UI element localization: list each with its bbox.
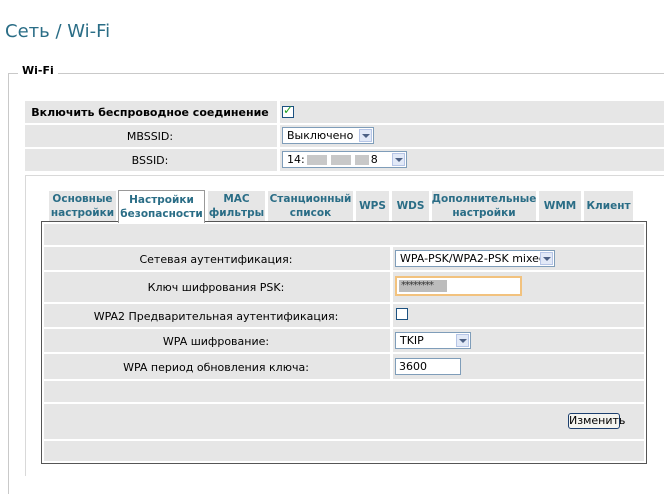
button-row: Изменить [44, 404, 644, 439]
auth-value: WPA-PSK/WPA2-PSK mixed [400, 252, 546, 265]
tab-client[interactable]: Клиент [584, 191, 633, 221]
psk-row: Ключ шифрования PSK: ******** [44, 272, 644, 302]
cipher-row: WPA шифрование: TKIP [44, 329, 644, 352]
auth-select[interactable]: WPA-PSK/WPA2-PSK mixed [395, 250, 555, 267]
mbssid-label: MBSSID: [126, 130, 174, 143]
tab-advanced[interactable]: Дополнительные настройки [432, 191, 536, 221]
redacted-block [306, 155, 327, 165]
spacer-row [44, 441, 644, 461]
mbssid-select[interactable]: Выключено [282, 127, 374, 144]
tab-mac-filter[interactable]: MAC фильтры [208, 191, 265, 221]
redacted-block [330, 155, 351, 165]
cipher-select[interactable]: TKIP [395, 332, 471, 349]
enable-wireless-row: Включить беспроводное соединение [25, 101, 664, 123]
chevron-down-icon [540, 252, 553, 265]
enable-wireless-label: Включить беспроводное соединение [31, 106, 269, 119]
mbssid-value: Выключено [287, 129, 354, 142]
enable-wireless-checkbox[interactable] [282, 103, 294, 118]
security-content: Сетевая аутентификация: WPA-PSK/WPA2-PSK… [41, 221, 647, 464]
cipher-value: TKIP [400, 334, 424, 347]
spacer-row [44, 381, 644, 402]
preauth-row: WPA2 Предварительная аутентификация: [44, 304, 644, 327]
mbssid-row: MBSSID: Выключено [25, 125, 664, 147]
tab-station-list[interactable]: Станционный список [268, 191, 353, 221]
tab-basic[interactable]: Основные настройки [49, 191, 116, 221]
psk-input[interactable]: ******** [395, 276, 522, 296]
bssid-prefix: 14: [287, 153, 305, 166]
chevron-down-icon [456, 334, 469, 347]
chevron-down-icon [359, 129, 372, 142]
bssid-label: BSSID: [131, 154, 169, 167]
page-title: Сеть / Wi-Fi [5, 21, 111, 42]
bssid-row: BSSID: 14: 8 [25, 149, 664, 171]
psk-value: ******** [399, 280, 447, 292]
tab-wds[interactable]: WDS [392, 191, 429, 221]
psk-label: Ключ шифрования PSK: [147, 281, 285, 294]
chevron-down-icon [392, 153, 405, 166]
redacted-block [354, 155, 369, 165]
tab-security[interactable]: Настройки безопасности [118, 190, 205, 223]
preauth-checkbox[interactable] [396, 308, 408, 320]
cipher-label: WPA шифрование: [162, 335, 270, 348]
bssid-select[interactable]: 14: 8 [282, 151, 407, 168]
rekey-input[interactable]: 3600 [395, 358, 461, 375]
change-button[interactable]: Изменить [568, 413, 625, 429]
section-legend: Wi-Fi [18, 64, 58, 77]
spacer-row [44, 224, 644, 245]
auth-row: Сетевая аутентификация: WPA-PSK/WPA2-PSK… [44, 247, 644, 270]
auth-label: Сетевая аутентификация: [139, 253, 293, 266]
tab-wps[interactable]: WPS [356, 191, 389, 221]
preauth-label: WPA2 Предварительная аутентификация: [93, 310, 339, 323]
rekey-row: WPA период обновления ключа: 3600 [44, 354, 644, 379]
bssid-suffix: 8 [370, 153, 378, 166]
rekey-label: WPA период обновления ключа: [123, 361, 309, 374]
tab-wmm[interactable]: WMM [539, 191, 581, 221]
